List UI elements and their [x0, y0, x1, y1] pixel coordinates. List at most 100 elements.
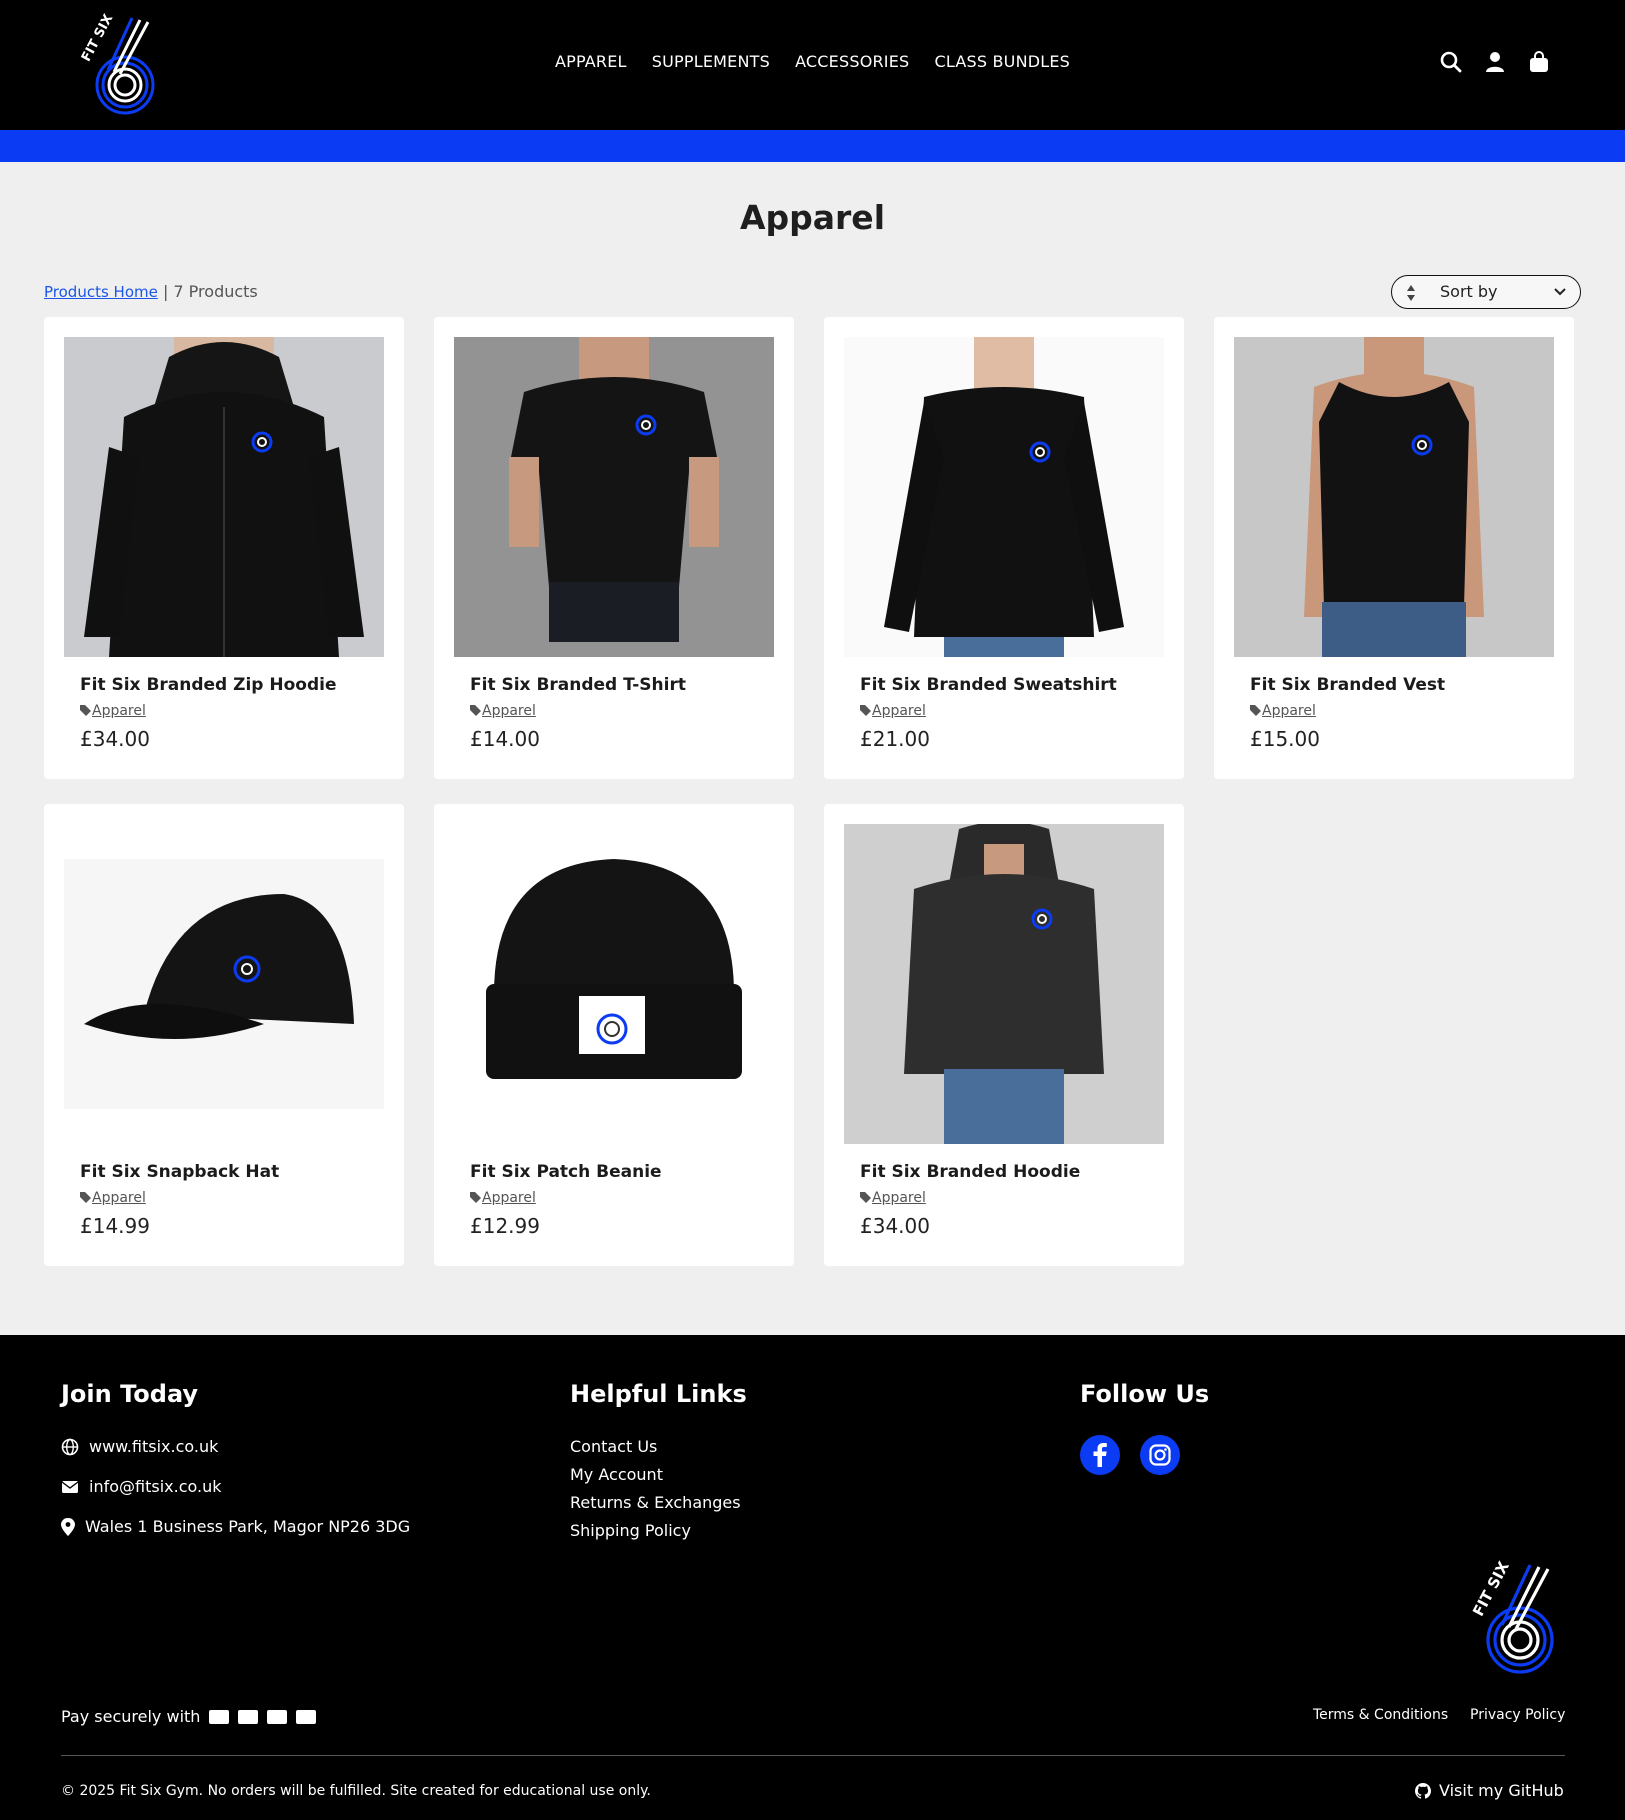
category-link[interactable]: Apparel	[482, 1190, 536, 1206]
search-icon[interactable]	[1439, 50, 1463, 74]
product-card[interactable]: Fit Six Branded Sweatshirt Apparel £21.0…	[824, 317, 1184, 779]
site-header: FIT SIX APPAREL SUPPLEMENTS ACCESSORIES …	[0, 0, 1625, 130]
mastercard-icon	[238, 1709, 259, 1724]
page-title: Apparel	[739, 198, 886, 237]
my-account-link[interactable]: My Account	[570, 1465, 663, 1484]
tag-icon	[470, 705, 481, 716]
product-card[interactable]: Fit Six Branded Vest Apparel £15.00	[1214, 317, 1574, 779]
mail-icon	[61, 1480, 79, 1493]
github-link[interactable]: Visit my GitHub	[1415, 1781, 1564, 1800]
instagram-icon[interactable]	[1140, 1435, 1180, 1475]
product-price: £14.00	[470, 727, 540, 751]
nav-supplements[interactable]: SUPPLEMENTS	[652, 52, 770, 71]
product-image[interactable]	[454, 337, 774, 657]
product-name[interactable]: Fit Six Branded Vest	[1250, 675, 1445, 695]
nav-accessories[interactable]: ACCESSORIES	[795, 52, 909, 71]
tag-icon	[860, 705, 871, 716]
breadcrumb: Products Home | 7 Products	[44, 282, 258, 301]
product-name[interactable]: Fit Six Branded Hoodie	[860, 1162, 1080, 1182]
product-card[interactable]: Fit Six Snapback Hat Apparel £14.99	[44, 804, 404, 1266]
product-image[interactable]	[1234, 337, 1554, 657]
links-title: Helpful Links	[570, 1380, 747, 1408]
product-name[interactable]: Fit Six Branded Zip Hoodie	[80, 675, 337, 695]
product-price: £34.00	[80, 727, 150, 751]
product-name[interactable]: Fit Six Snapback Hat	[80, 1162, 279, 1182]
github-icon	[1415, 1782, 1431, 1799]
category-link[interactable]: Apparel	[92, 703, 146, 719]
category-link[interactable]: Apparel	[482, 703, 536, 719]
product-image[interactable]	[844, 824, 1164, 1144]
globe-icon	[61, 1438, 79, 1455]
join-title: Join Today	[61, 1380, 199, 1408]
promo-bar	[0, 130, 1625, 162]
product-name[interactable]: Fit Six Branded T-Shirt	[470, 675, 686, 695]
product-image[interactable]	[64, 824, 384, 1144]
product-card[interactable]: Fit Six Branded Hoodie Apparel £34.00	[824, 804, 1184, 1266]
bag-icon[interactable]	[1527, 50, 1551, 74]
website-row: www.fitsix.co.uk	[61, 1437, 218, 1456]
account-icon[interactable]	[1483, 50, 1507, 74]
product-price: £12.99	[470, 1214, 540, 1238]
tag-icon	[80, 1192, 91, 1203]
sort-updown-icon	[1407, 285, 1415, 301]
product-image[interactable]	[454, 824, 774, 1144]
amex-icon	[267, 1709, 288, 1724]
copyright-text: © 2025 Fit Six Gym. No orders will be fu…	[61, 1783, 651, 1799]
chevron-down-icon	[1554, 288, 1566, 296]
product-category: Apparel	[860, 1190, 926, 1206]
product-category: Apparel	[80, 1190, 146, 1206]
tag-icon	[470, 1192, 481, 1203]
follow-title: Follow Us	[1080, 1380, 1210, 1408]
product-card[interactable]: Fit Six Branded T-Shirt Apparel £14.00	[434, 317, 794, 779]
nav-class-bundles[interactable]: CLASS BUNDLES	[934, 52, 1070, 71]
nav-apparel[interactable]: APPAREL	[555, 52, 627, 71]
sort-select[interactable]: Sort by	[1391, 275, 1581, 309]
header-actions	[1439, 50, 1551, 74]
product-card[interactable]: Fit Six Patch Beanie Apparel £12.99	[434, 804, 794, 1266]
main-nav: APPAREL SUPPLEMENTS ACCESSORIES CLASS BU…	[0, 52, 1625, 71]
category-link[interactable]: Apparel	[1262, 703, 1316, 719]
product-category: Apparel	[470, 1190, 536, 1206]
product-card[interactable]: Fit Six Branded Zip Hoodie Apparel £34.0…	[44, 317, 404, 779]
website-link[interactable]: www.fitsix.co.uk	[89, 1437, 218, 1456]
tag-icon	[860, 1192, 871, 1203]
product-price: £34.00	[860, 1214, 930, 1238]
contact-us-link[interactable]: Contact Us	[570, 1437, 657, 1456]
product-category: Apparel	[80, 703, 146, 719]
product-price: £21.00	[860, 727, 930, 751]
facebook-icon[interactable]	[1080, 1435, 1120, 1475]
discover-icon	[296, 1709, 317, 1724]
product-image[interactable]	[64, 337, 384, 657]
address-text: Wales 1 Business Park, Magor NP26 3DG	[85, 1517, 411, 1536]
products-home-link[interactable]: Products Home	[44, 283, 158, 301]
product-name[interactable]: Fit Six Patch Beanie	[470, 1162, 662, 1182]
product-count: | 7 Products	[162, 282, 258, 301]
github-label: Visit my GitHub	[1439, 1781, 1564, 1800]
email-row: info@fitsix.co.uk	[61, 1477, 222, 1496]
product-name[interactable]: Fit Six Branded Sweatshirt	[860, 675, 1117, 695]
email-link[interactable]: info@fitsix.co.uk	[89, 1477, 222, 1496]
category-link[interactable]: Apparel	[872, 1190, 926, 1206]
product-image[interactable]	[844, 337, 1164, 657]
returns-link[interactable]: Returns & Exchanges	[570, 1493, 741, 1512]
category-link[interactable]: Apparel	[92, 1190, 146, 1206]
product-price: £14.99	[80, 1214, 150, 1238]
site-footer: Join Today www.fitsix.co.uk info@fitsix.…	[0, 1335, 1625, 1820]
tag-icon	[1250, 705, 1261, 716]
privacy-link[interactable]: Privacy Policy	[1470, 1707, 1565, 1723]
terms-link[interactable]: Terms & Conditions	[1313, 1707, 1448, 1723]
category-link[interactable]: Apparel	[872, 703, 926, 719]
visa-icon	[209, 1709, 230, 1724]
product-category: Apparel	[860, 703, 926, 719]
product-category: Apparel	[470, 703, 536, 719]
product-category: Apparel	[1250, 703, 1316, 719]
payment-methods: Pay securely with	[61, 1707, 317, 1726]
tag-icon	[80, 705, 91, 716]
footer-divider	[61, 1755, 1565, 1756]
product-price: £15.00	[1250, 727, 1320, 751]
pay-label: Pay securely with	[61, 1707, 201, 1726]
pin-icon	[61, 1517, 75, 1536]
shipping-policy-link[interactable]: Shipping Policy	[570, 1521, 691, 1540]
address-row: Wales 1 Business Park, Magor NP26 3DG	[61, 1517, 410, 1536]
footer-logo[interactable]: FIT SIX	[1460, 1555, 1570, 1680]
